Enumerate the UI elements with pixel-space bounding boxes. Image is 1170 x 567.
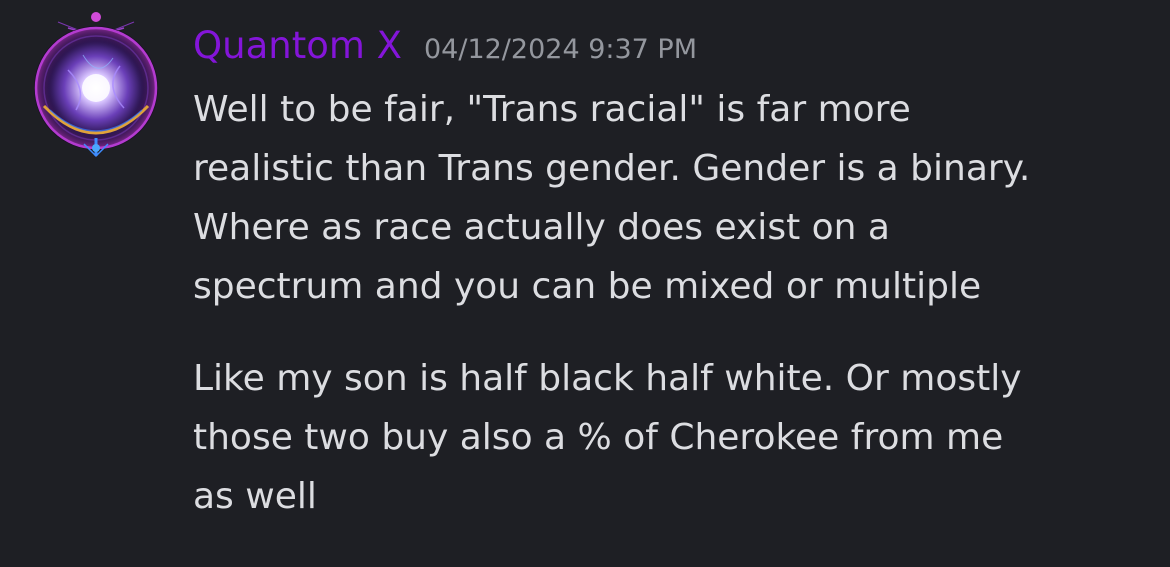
- message-timestamp[interactable]: 04/12/2024 9:37 PM: [424, 34, 697, 65]
- author-name[interactable]: Quantom X: [193, 24, 402, 67]
- message-paragraph: Like my son is half black half white. Or…: [193, 349, 1153, 526]
- chat-message: Quantom X 04/12/2024 9:37 PM Well to be f…: [0, 0, 1170, 567]
- message-line: Like my son is half black half white. Or…: [193, 358, 1022, 399]
- message-header: Quantom X 04/12/2024 9:37 PM: [193, 24, 697, 67]
- message-line: Well to be fair, "Trans racial" is far m…: [193, 89, 911, 130]
- message-line: as well: [193, 476, 317, 517]
- cosmic-orb-avatar-icon: [34, 12, 158, 158]
- message-paragraph: Well to be fair, "Trans racial" is far m…: [193, 80, 1153, 316]
- message-line: those two buy also a % of Cherokee from …: [193, 417, 1004, 458]
- message-line: Where as race actually does exist on a: [193, 207, 890, 248]
- message-line: realistic than Trans gender. Gender is a…: [193, 148, 1031, 189]
- message-line: spectrum and you can be mixed or multipl…: [193, 266, 982, 307]
- avatar[interactable]: [28, 10, 164, 160]
